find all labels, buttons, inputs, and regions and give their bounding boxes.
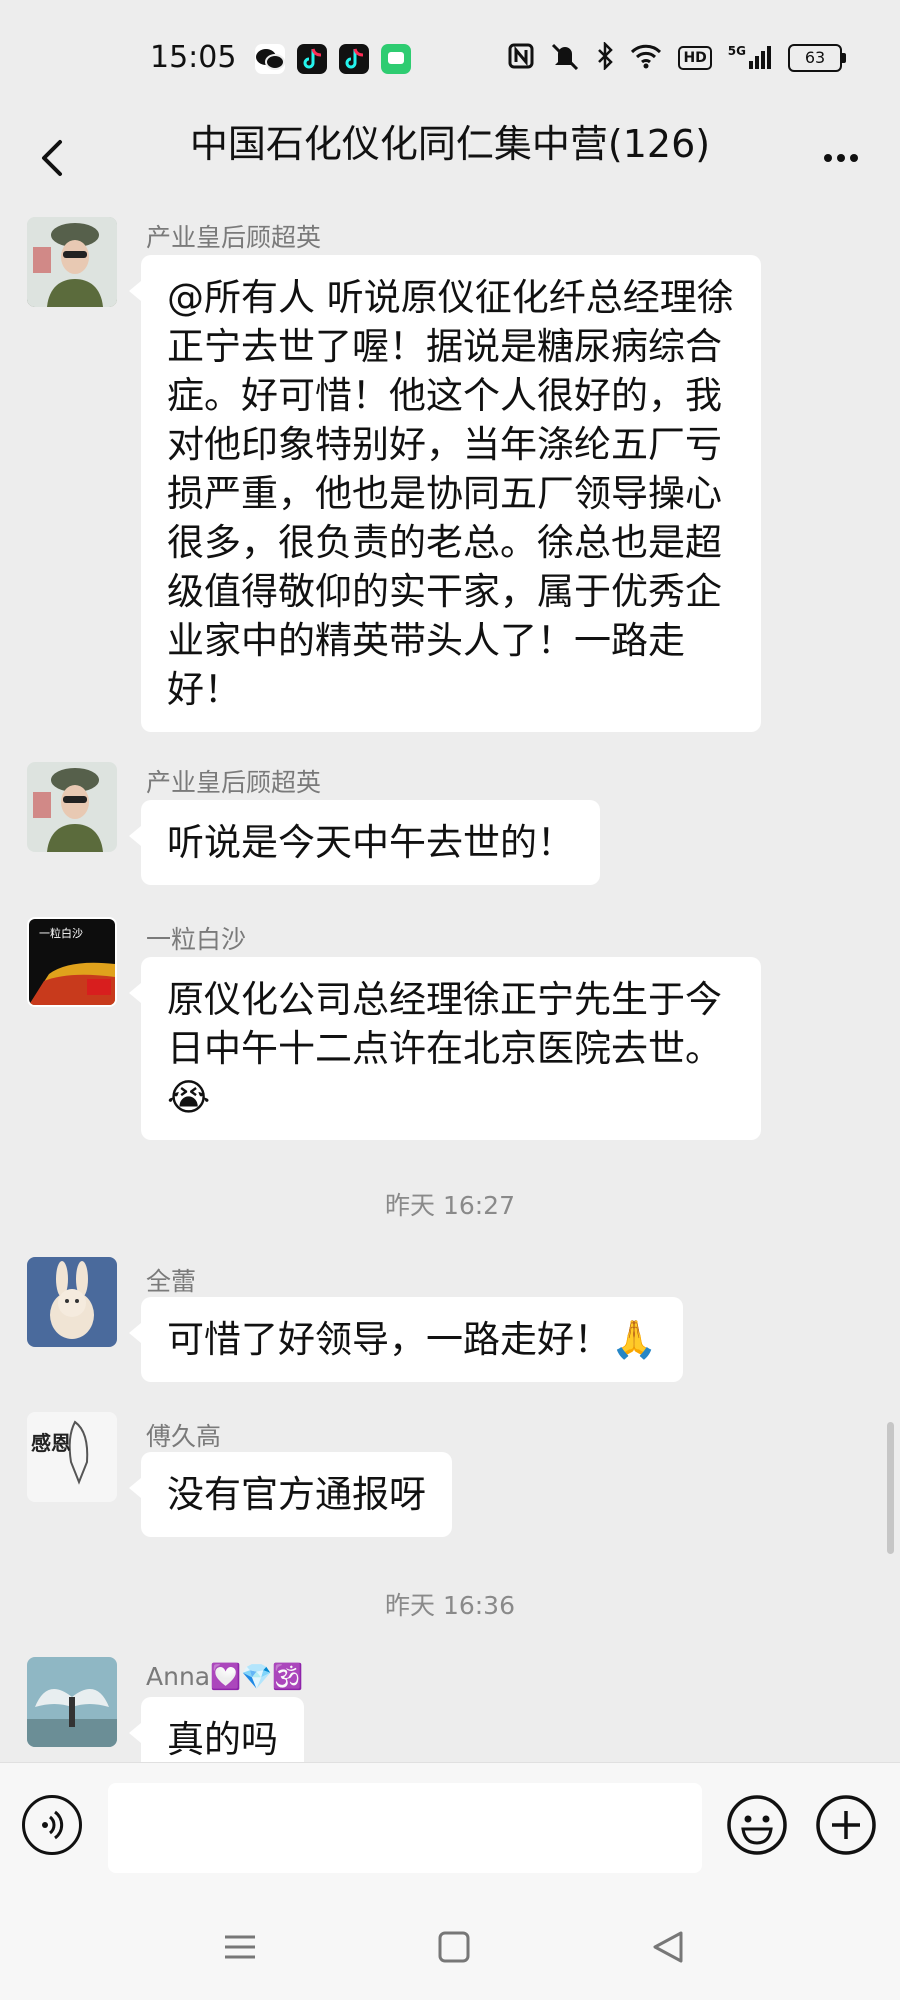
avatar-image [27,762,117,852]
message-bubble[interactable]: 没有官方通报呀 [129,1452,452,1537]
message-bubble[interactable]: 听说是今天中午去世的！ [129,800,600,885]
avatar-image: 感恩 [27,1412,117,1502]
emoji-button[interactable] [725,1793,789,1857]
system-icons: HD 5G 63 [508,40,846,74]
avatar[interactable]: 一粒白沙 [27,917,117,1007]
emoji-icon [727,1795,787,1855]
douyin-icon [297,44,327,74]
timestamp: 昨天 16:36 [385,1591,515,1620]
avatar[interactable] [27,217,117,307]
sender-name: Anna💟💎🕉️ [146,1662,304,1691]
chevron-left-icon [42,140,62,176]
voice-button[interactable] [22,1795,82,1855]
message-input[interactable] [108,1783,702,1873]
avatar[interactable] [27,762,117,852]
plus-icon [816,1795,876,1855]
chat-message-list[interactable]: 产业皇后顾超英 @所有人 听说原仪征化纤总经理徐正宁去世了喔！据说是糖尿病综合症… [0,200,900,1762]
sender-name: 全蕾 [146,1267,197,1296]
message-bubble[interactable]: 原仪化公司总经理徐正宁先生于今日中午十二点许在北京医院去世。😭 [129,957,761,1140]
wechat-icon [255,44,285,74]
status-bar: 15:05 HD 5G 63 [0,0,900,120]
timestamp: 昨天 16:27 [385,1191,515,1220]
avatar[interactable] [27,1257,117,1347]
nav-back-button[interactable] [643,1922,693,1972]
nav-back-icon [653,1931,683,1963]
hd-badge: HD [678,46,712,70]
bluetooth-icon [596,40,614,74]
home-icon [438,1931,470,1963]
notification-icons [255,44,411,74]
sender-name: 一粒白沙 [146,925,247,954]
plus-button[interactable] [814,1793,878,1857]
scrollbar-thumb[interactable] [887,1422,894,1554]
avatar[interactable]: 感恩 [27,1412,117,1502]
avatar-caption: 感恩 [31,1431,71,1455]
avatar-image: 一粒白沙 [29,919,115,1005]
message-bubble[interactable]: 可惜了好领导，一路走好！🙏 [128,1297,684,1382]
signal-icon: 5G [728,45,772,71]
mute-icon [550,42,580,74]
page-title: 中国石化仪化同仁集中营(126) [189,122,711,166]
sender-name: 傅久高 [146,1422,222,1451]
sender-name: 产业皇后顾超英 [146,223,322,252]
status-time: 15:05 [150,40,237,75]
voice-icon [42,1810,64,1840]
network-type-label: 5G [727,44,746,58]
more-dots-icon [824,154,858,162]
nav-home-button[interactable] [429,1922,479,1972]
avatar-caption: 一粒白沙 [39,926,83,940]
wifi-icon [630,43,662,73]
menu-icon [225,1935,255,1959]
avatar-image [27,1257,117,1347]
avatar[interactable] [27,1657,117,1747]
douyin-icon-2 [339,44,369,74]
sender-name: 产业皇后顾超英 [146,768,322,797]
avatar-image [27,1657,117,1747]
nfc-icon [508,43,534,73]
back-button[interactable] [24,128,84,188]
message-bubble[interactable]: 真的吗 [129,1697,304,1762]
more-button[interactable] [806,128,876,188]
input-bar [0,1762,900,1893]
message-bubble[interactable]: @所有人 听说原仪征化纤总经理徐正宁去世了喔！据说是糖尿病综合症。好可惜！他这个… [129,255,761,732]
message-app-icon [381,44,411,74]
chat-header: 中国石化仪化同仁集中营(126) [0,120,900,200]
nav-menu-button[interactable] [215,1922,265,1972]
battery-indicator: 63 [788,44,846,72]
system-nav-bar [0,1892,900,2000]
avatar-image [27,217,117,307]
